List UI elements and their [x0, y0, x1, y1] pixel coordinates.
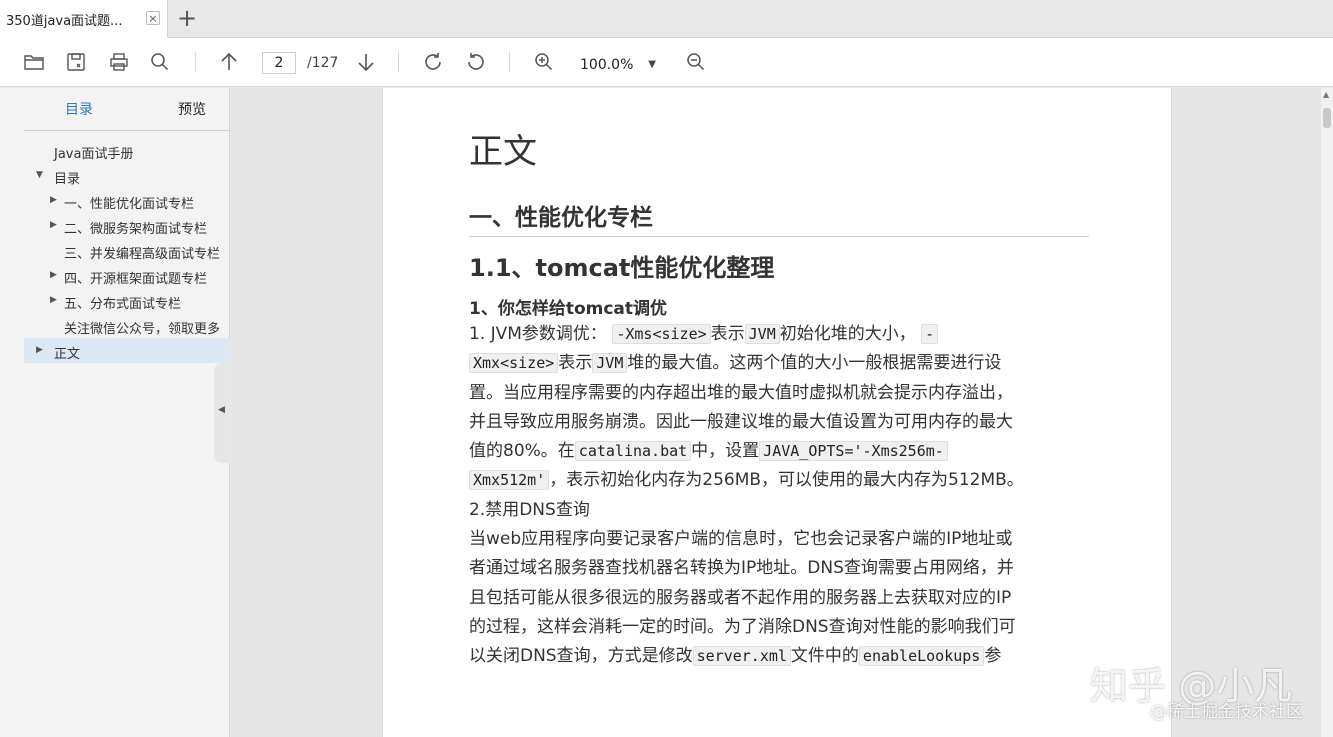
scroll-up-icon[interactable]: ▲	[1323, 90, 1329, 99]
chevron-right-icon[interactable]: ▶	[50, 220, 60, 230]
rotate-clockwise-icon[interactable]	[421, 50, 445, 74]
search-icon[interactable]	[148, 50, 172, 74]
toolbar-divider	[195, 52, 196, 72]
new-tab-button[interactable]: +	[172, 4, 202, 34]
outline-item-frameworks[interactable]: ▶ 四、开源框架面试题专栏	[24, 263, 230, 288]
chevron-right-icon[interactable]: ▶	[36, 345, 46, 355]
outline-item-java-handbook[interactable]: Java面试手册	[24, 138, 230, 163]
text-line: 的过程，这样会消耗一定的时间。为了消除DNS查询对性能的影响我们可	[469, 616, 1016, 637]
heading-tomcat-optimization: 1.1、tomcat性能优化整理	[469, 254, 775, 282]
zoom-level-select[interactable]: 100.0% ▼	[575, 52, 663, 76]
text-line: Xmx<size> 表示 JVM 堆的最大值。这两个值的大小一般根据需要进行设	[469, 349, 1089, 378]
text-line: Xmx512m' ，表示初始化内存为256MB，可以使用的最大内存为512MB。	[469, 466, 1089, 495]
tab-bar: 350道java面试题... × +	[0, 0, 1333, 38]
outline-item-toc[interactable]: ▼ 目录	[24, 163, 230, 188]
outline-item-distributed[interactable]: ▶ 五、分布式面试专栏	[24, 288, 230, 313]
outline-item-microservices[interactable]: ▶ 二、微服务架构面试专栏	[24, 213, 230, 238]
text-line: 者通过域名服务器查找机器名转换为IP地址。DNS查询需要占用网络，并	[469, 558, 1014, 579]
document-viewer[interactable]: 正文 一、性能优化专栏 1.1、tomcat性能优化整理 1、你怎样给tomca…	[231, 88, 1321, 737]
text-line: 置。当应用程序需要的内存超出堆的最大值时虚拟机就会提示内存溢出，	[469, 382, 1013, 403]
rotate-counterclockwise-icon[interactable]	[464, 50, 488, 74]
watermark-sub: @稀土掘金技术社区	[1150, 702, 1303, 722]
sidebar-tabs: 目录 预览	[24, 88, 230, 131]
paragraph: 1. JVM参数调优： -Xms<size> 表示 JVM 初始化堆的大小， - Xm…	[469, 320, 1089, 672]
total-pages-label: /127	[307, 55, 339, 71]
tab-preview[interactable]: 预览	[178, 99, 206, 119]
text-line: 2.禁用DNS查询	[469, 499, 590, 520]
chevron-right-icon[interactable]: ▶	[50, 195, 60, 205]
zoom-out-icon[interactable]	[684, 50, 708, 74]
zoom-value: 100.0%	[580, 57, 634, 73]
zoom-in-icon[interactable]	[532, 50, 556, 74]
text-line: 当web应用程序向要记录客户端的信息时，它也会记录客户端的IP地址或	[469, 529, 1013, 550]
tab-title: 350道java面试题...	[6, 14, 123, 29]
document-tab[interactable]: 350道java面试题... ×	[0, 0, 168, 38]
next-page-icon[interactable]	[354, 50, 378, 74]
document-page: 正文 一、性能优化专栏 1.1、tomcat性能优化整理 1、你怎样给tomca…	[382, 88, 1172, 737]
text-line: 并且导致应用服务崩溃。因此一般建议堆的最大值设置为可用内存的最大	[469, 411, 1013, 432]
outline-item-body[interactable]: ▶ 正文	[24, 338, 230, 363]
print-icon[interactable]	[107, 50, 131, 74]
scroll-thumb[interactable]	[1323, 108, 1331, 128]
chevron-left-icon: ◀	[218, 405, 225, 415]
sidebar-collapse-handle[interactable]: ◀	[214, 363, 230, 463]
close-tab-icon[interactable]: ×	[146, 11, 160, 25]
previous-page-icon[interactable]	[217, 50, 241, 74]
text-line: 且包括可能从很多很远的服务器或者不起作用的服务器上去获取对应的IP	[469, 587, 1012, 608]
page-number-input[interactable]	[262, 52, 296, 74]
chevron-down-icon: ▼	[648, 59, 656, 70]
sidebar: 目录 预览 Java面试手册 ▼ 目录 ▶ 一、性能优化面试专栏 ▶ 二、微服务…	[0, 88, 230, 737]
chevron-right-icon[interactable]: ▶	[50, 295, 60, 305]
chevron-right-icon[interactable]: ▶	[50, 270, 60, 280]
text-line: 值的80%。在 catalina.bat 中，设置 JAVA_OPTS='-Xms25…	[469, 437, 1089, 466]
text-line: 1. JVM参数调优： -Xms<size> 表示 JVM 初始化堆的大小， -	[469, 320, 1089, 349]
chevron-down-icon[interactable]: ▼	[36, 170, 46, 180]
outline-item-concurrency[interactable]: 三、并发编程高级面试专栏	[24, 238, 230, 263]
text-line: 以关闭DNS查询，方式是修改 server.xml 文件中的 enableLookup…	[469, 646, 1002, 667]
outline-item-performance[interactable]: ▶ 一、性能优化面试专栏	[24, 188, 230, 213]
open-folder-icon[interactable]	[22, 50, 46, 74]
outline-item-wechat[interactable]: 关注微信公众号，领取更多	[24, 313, 230, 338]
heading-tomcat-tuning: 1、你怎样给tomcat调优	[469, 299, 668, 319]
vertical-scrollbar[interactable]: ▲	[1321, 88, 1333, 737]
tab-outline[interactable]: 目录	[65, 99, 93, 119]
toolbar: /127 100.0% ▼	[0, 38, 1333, 87]
outline-tree: Java面试手册 ▼ 目录 ▶ 一、性能优化面试专栏 ▶ 二、微服务架构面试专栏…	[24, 138, 230, 363]
toolbar-divider	[398, 52, 399, 72]
save-icon[interactable]	[64, 50, 88, 74]
section-heading-body: 正文	[469, 132, 537, 172]
toolbar-divider	[509, 52, 510, 72]
heading-performance-column: 一、性能优化专栏	[469, 198, 1089, 237]
pdf-reader-window: 350道java面试题... × + /127	[0, 0, 1333, 737]
